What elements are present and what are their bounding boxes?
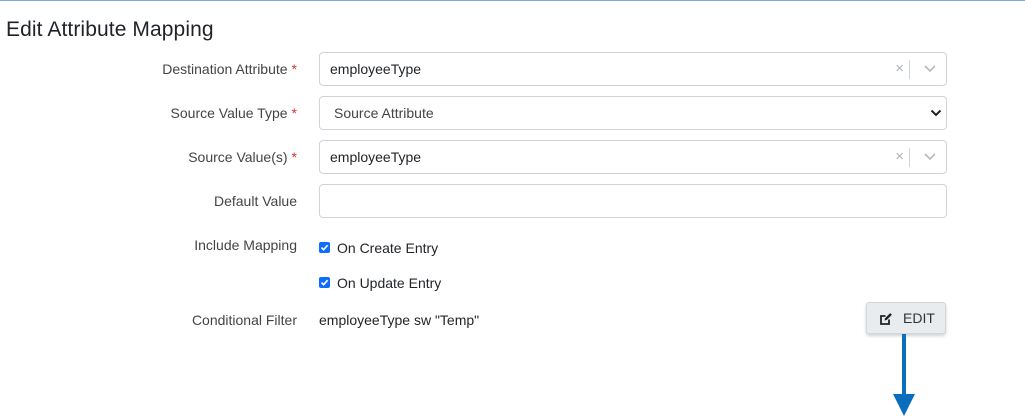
edit-button[interactable]: EDIT xyxy=(866,302,946,334)
page-title: Edit Attribute Mapping xyxy=(6,18,214,41)
on-update-entry-checkbox[interactable] xyxy=(319,277,330,288)
check-icon xyxy=(320,244,329,251)
down-arrow-icon xyxy=(893,334,915,416)
source-value-type-label: Source Value Type * xyxy=(170,105,297,121)
destination-attribute-value: employeeType xyxy=(330,61,422,77)
source-values-row: Source Value(s) * employeeType × xyxy=(0,140,1025,174)
on-create-entry-label: On Create Entry xyxy=(337,240,439,256)
include-mapping-label: Include Mapping xyxy=(194,237,297,253)
required-mark: * xyxy=(291,105,297,121)
on-create-entry-checkbox[interactable] xyxy=(319,242,330,253)
divider xyxy=(909,60,910,79)
include-mapping-row: Include Mapping xyxy=(0,228,1025,262)
on-update-entry-label: On Update Entry xyxy=(337,275,442,291)
source-value-type-row: Source Value Type * Source Attribute xyxy=(0,96,1025,130)
destination-attribute-select[interactable]: employeeType × xyxy=(319,52,947,86)
default-value-row: Default Value xyxy=(0,184,1025,218)
clear-icon[interactable]: × xyxy=(895,141,904,173)
chevron-down-icon[interactable] xyxy=(923,63,937,75)
source-values-select[interactable]: employeeType × xyxy=(319,140,947,174)
edit-button-label: EDIT xyxy=(903,310,935,326)
divider xyxy=(909,148,910,167)
conditional-filter-value: employeeType sw "Temp" xyxy=(319,312,480,328)
chevron-down-icon[interactable] xyxy=(930,108,942,118)
source-values-label: Source Value(s) * xyxy=(188,149,297,165)
source-value-type-value: Source Attribute xyxy=(334,105,434,121)
edit-icon xyxy=(880,313,892,325)
conditional-filter-label: Conditional Filter xyxy=(191,312,297,328)
destination-attribute-label: Destination Attribute * xyxy=(162,61,297,77)
source-value-type-select[interactable]: Source Attribute xyxy=(319,96,947,130)
default-value-input[interactable] xyxy=(319,184,947,218)
clear-icon[interactable]: × xyxy=(895,53,904,85)
required-mark: * xyxy=(291,149,297,165)
destination-attribute-row: Destination Attribute * employeeType × xyxy=(0,52,1025,86)
required-mark: * xyxy=(291,61,297,77)
check-icon xyxy=(320,279,329,286)
chevron-down-icon[interactable] xyxy=(923,151,937,163)
top-border xyxy=(0,0,1025,1)
source-values-value: employeeType xyxy=(330,149,422,165)
default-value-label: Default Value xyxy=(213,193,297,209)
